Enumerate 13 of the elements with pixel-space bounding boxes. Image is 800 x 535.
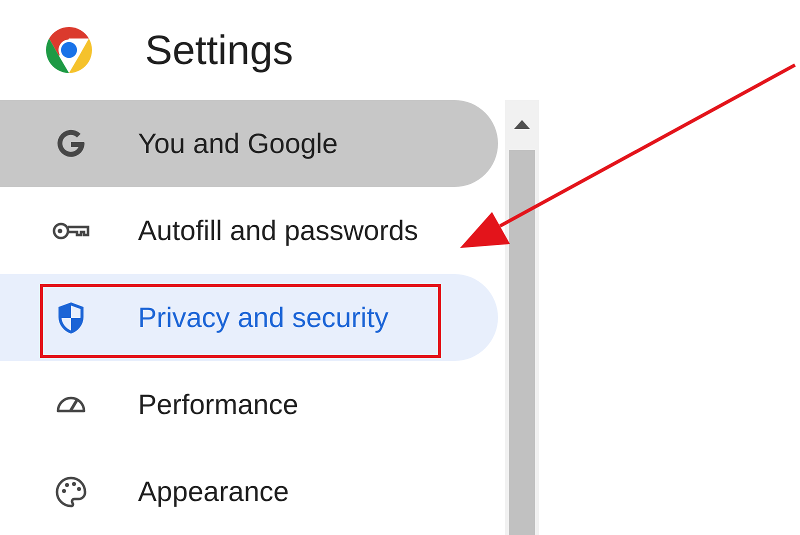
sidebar-item[interactable]: You and Google: [0, 100, 498, 187]
sidebar-item[interactable]: Autofill and passwords: [0, 187, 498, 274]
gauge-icon: [56, 396, 86, 413]
page-title: Settings: [145, 26, 294, 74]
sidebar-item[interactable]: Appearance: [0, 448, 498, 535]
sidebar-item[interactable]: Performance: [0, 361, 498, 448]
scrollbar[interactable]: [505, 100, 539, 535]
shield-icon: [57, 302, 85, 334]
scroll-up-icon[interactable]: [514, 120, 530, 128]
key-icon: [52, 220, 90, 240]
sidebar-item[interactable]: Privacy and security: [0, 274, 498, 361]
palette-icon: [54, 474, 88, 508]
chrome-logo-icon: [45, 26, 93, 74]
